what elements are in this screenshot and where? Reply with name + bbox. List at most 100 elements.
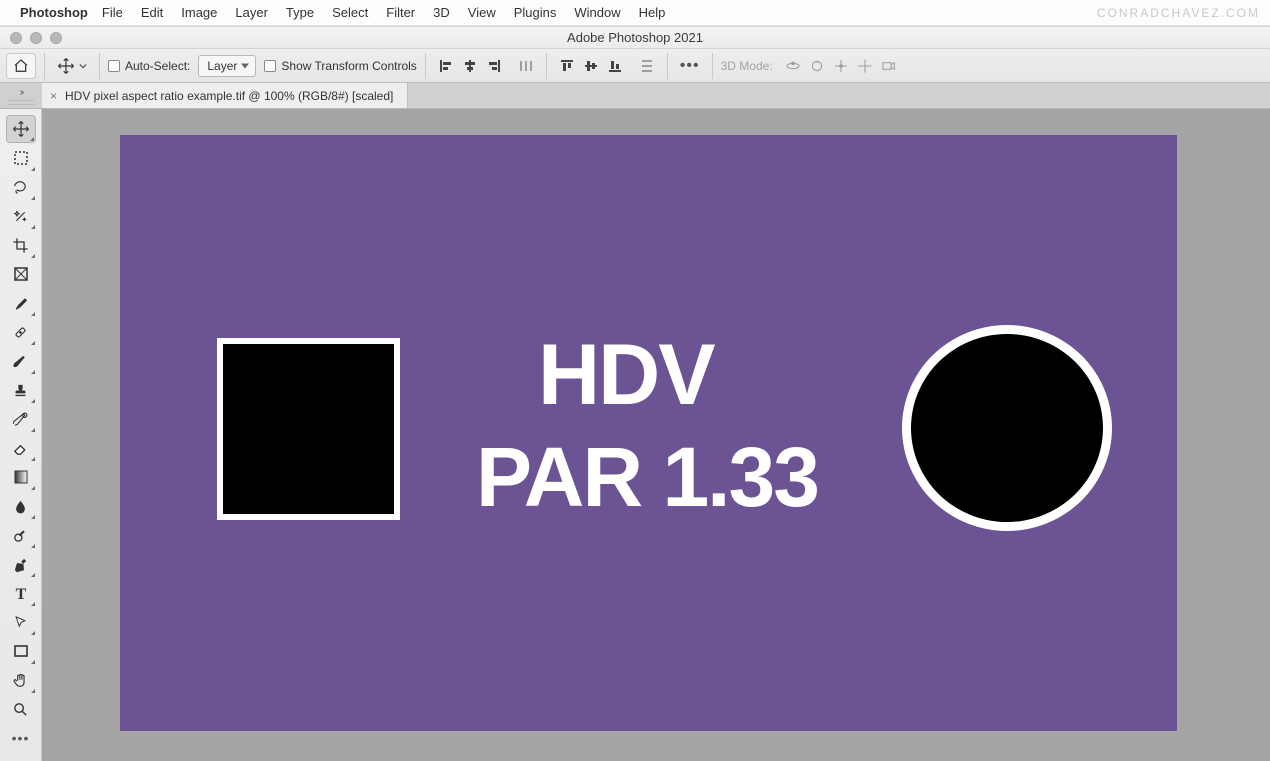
black-square-shape [223,344,394,514]
pen-tool[interactable] [6,550,36,578]
type-tool[interactable]: T [6,579,36,607]
workarea: T ••• HDV PAR 1.33 [0,109,1270,761]
gradient-tool[interactable] [6,463,36,491]
history-brush-tool[interactable] [6,405,36,433]
zoom-tool[interactable] [6,695,36,723]
separator [44,53,45,79]
menu-window[interactable]: Window [574,5,620,20]
align-bottom-button[interactable] [604,55,626,77]
panel-toggle[interactable] [0,83,42,108]
dodge-tool[interactable] [6,521,36,549]
spot-heal-tool[interactable] [6,318,36,346]
auto-select-label: Auto-Select: [125,59,190,73]
document-tab[interactable]: × HDV pixel aspect ratio example.tif @ 1… [42,83,408,108]
app-name[interactable]: Photoshop [20,5,88,20]
close-tab-button[interactable]: × [50,89,57,103]
canvas-text-line2: PAR 1.33 [476,435,818,519]
show-transform-label: Show Transform Controls [281,59,416,73]
tool-indicator[interactable] [53,57,91,75]
distribute-v-button[interactable] [636,55,658,77]
chevron-down-icon [79,62,87,70]
3d-mode-label: 3D Mode: [721,59,773,73]
menu-plugins[interactable]: Plugins [514,5,557,20]
more-options-button[interactable]: ••• [676,57,704,75]
close-window-button[interactable] [10,32,22,44]
brush-tool[interactable] [6,347,36,375]
frame-tool[interactable] [6,260,36,288]
expand-icon [20,87,23,98]
auto-select-target-value: Layer [207,59,237,73]
white-square-shape [217,338,400,520]
separator [546,53,547,79]
align-vertical-group [555,55,627,77]
blur-tool[interactable] [6,492,36,520]
traffic-lights [10,32,62,44]
titlebar: Adobe Photoshop 2021 [0,27,1270,49]
menu-edit[interactable]: Edit [141,5,163,20]
align-vcenter-button[interactable] [580,55,602,77]
menu-3d[interactable]: 3D [433,5,450,20]
lasso-tool[interactable] [6,173,36,201]
align-top-button[interactable] [556,55,578,77]
path-select-tool[interactable] [6,608,36,636]
3d-camera-button[interactable] [878,55,900,77]
distribute-h-group [514,55,538,77]
menu-file[interactable]: File [102,5,123,20]
svg-text:T: T [15,586,26,601]
menu-layer[interactable]: Layer [235,5,268,20]
3d-orbit-button[interactable] [782,55,804,77]
canvas-text-line1: HDV [538,332,714,418]
separator [99,53,100,79]
separator [425,53,426,79]
crop-tool[interactable] [6,231,36,259]
eraser-tool[interactable] [6,434,36,462]
options-bar: Auto-Select: Layer Show Transform Contro… [0,49,1270,83]
minimize-window-button[interactable] [30,32,42,44]
align-edges-group [434,55,506,77]
3d-pan-button[interactable] [830,55,852,77]
rectangle-tool[interactable] [6,637,36,665]
zoom-window-button[interactable] [50,32,62,44]
distribute-h-button[interactable] [515,55,537,77]
auto-select-target-select[interactable]: Layer [198,55,256,77]
window-title: Adobe Photoshop 2021 [0,30,1270,45]
toolbox: T ••• [0,109,42,761]
document-tab-title: HDV pixel aspect ratio example.tif @ 100… [65,89,393,103]
menu-select[interactable]: Select [332,5,368,20]
eyedropper-tool[interactable] [6,289,36,317]
3d-roll-button[interactable] [806,55,828,77]
edit-toolbar-button[interactable]: ••• [6,724,36,752]
watermark: CONRADCHAVEZ.COM [1097,6,1260,20]
canvas-area[interactable]: HDV PAR 1.33 [42,109,1270,761]
menu-view[interactable]: View [468,5,496,20]
align-hcenter-button[interactable] [459,55,481,77]
menu-image[interactable]: Image [181,5,217,20]
marquee-tool[interactable] [6,144,36,172]
home-button[interactable] [6,53,36,79]
gripper-icon [8,100,34,105]
home-icon [13,58,29,74]
document-tabbar: × HDV pixel aspect ratio example.tif @ 1… [0,83,1270,109]
app-window: Adobe Photoshop 2021 Auto-Select: Layer … [0,26,1270,761]
document-canvas[interactable]: HDV PAR 1.33 [120,135,1177,731]
3d-mode-icons [781,55,901,77]
stamp-tool[interactable] [6,376,36,404]
black-circle-shape [911,334,1103,522]
hand-tool[interactable] [6,666,36,694]
move-tool[interactable] [6,115,36,143]
menu-type[interactable]: Type [286,5,314,20]
align-left-button[interactable] [435,55,457,77]
menu-help[interactable]: Help [639,5,666,20]
separator [667,53,668,79]
menu-filter[interactable]: Filter [386,5,415,20]
align-right-button[interactable] [483,55,505,77]
white-circle-shape [902,325,1112,531]
show-transform-checkbox[interactable]: Show Transform Controls [264,59,416,73]
magic-wand-tool[interactable] [6,202,36,230]
move-icon [57,57,75,75]
mac-menubar: Photoshop File Edit Image Layer Type Sel… [0,0,1270,26]
3d-slide-button[interactable] [854,55,876,77]
distribute-v-group [635,55,659,77]
auto-select-checkbox[interactable]: Auto-Select: [108,59,190,73]
separator [712,53,713,79]
